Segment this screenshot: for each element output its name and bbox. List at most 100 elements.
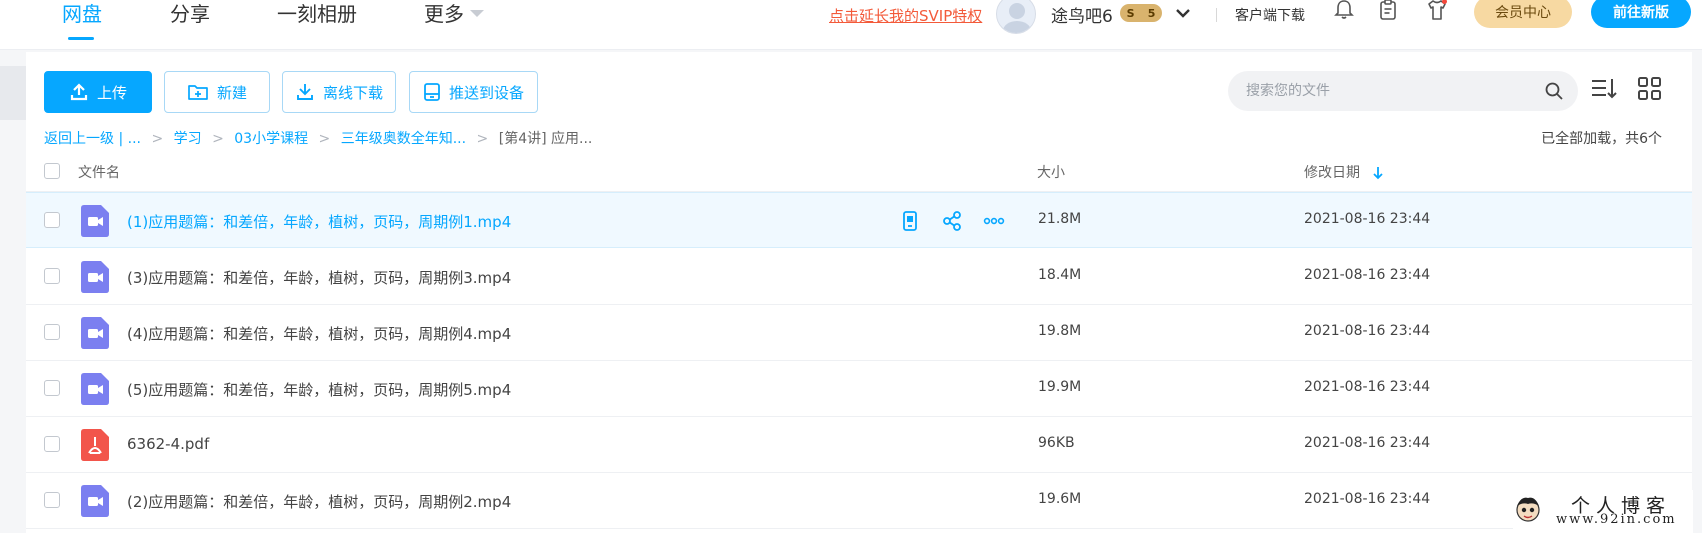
upload-button[interactable]: 上传: [44, 71, 152, 113]
new-label: 新建: [216, 83, 247, 102]
file-date: 2021-08-16 23:44: [1304, 435, 1431, 451]
push-device-button[interactable]: 推送到设备: [409, 71, 538, 113]
watermark-url: www.92in.com: [1556, 512, 1677, 527]
row-actions: [898, 209, 1006, 233]
chevron-down-icon[interactable]: [1174, 4, 1192, 22]
file-date: 2021-08-16 23:44: [1304, 211, 1431, 227]
table-row[interactable]: (3)应用题篇：和差倍，年龄，植树，页码，周期例3.mp4 18.4M 2021…: [26, 249, 1692, 305]
breadcrumb-item-study[interactable]: 学习: [174, 131, 202, 147]
file-size: 21.8M: [1038, 211, 1082, 227]
breadcrumb-ellipsis[interactable]: | ...: [118, 131, 141, 147]
user-avatar-icon: [1003, 3, 1031, 33]
row-checkbox[interactable]: [44, 268, 60, 284]
sort-icon[interactable]: [1589, 74, 1619, 104]
pdf-file-icon: [81, 429, 109, 461]
file-name[interactable]: (3)应用题篇：和差倍，年龄，植树，页码，周期例3.mp4: [127, 267, 511, 288]
table-header: 文件名 大小 修改日期: [26, 150, 1692, 192]
sidebar-edge: [0, 66, 26, 120]
file-panel: 上传 新建 离线下载 推送到设备 搜索您的文件 返回上一级 | ... > 学习…: [26, 52, 1692, 533]
video-file-icon: [81, 205, 109, 237]
file-size: 19.6M: [1038, 491, 1082, 507]
client-download-link[interactable]: 客户端下载: [1235, 5, 1305, 25]
header-divider: [1216, 8, 1217, 22]
search-input[interactable]: [1246, 71, 1536, 111]
video-file-icon: [81, 317, 109, 349]
table-row[interactable]: (5)应用题篇：和差倍，年龄，植树，页码，周期例5.mp4 19.9M 2021…: [26, 361, 1692, 417]
breadcrumb-item-grade3[interactable]: 三年级奥数全年知...: [341, 131, 466, 147]
tab-more-label: 更多: [424, 2, 464, 26]
file-size: 19.8M: [1038, 323, 1082, 339]
breadcrumb: 返回上一级 | ... > 学习 > 03小学课程 > 三年级奥数全年知... …: [44, 128, 592, 148]
file-name[interactable]: (5)应用题篇：和差倍，年龄，植树，页码，周期例5.mp4: [127, 379, 511, 400]
caret-down-icon: [470, 10, 484, 17]
file-date: 2021-08-16 23:44: [1304, 491, 1431, 507]
row-checkbox[interactable]: [44, 212, 60, 228]
col-header-date-label: 修改日期: [1304, 165, 1360, 181]
loaded-count: 已全部加载，共6个: [1541, 131, 1662, 147]
row-checkbox[interactable]: [44, 324, 60, 340]
download-icon: [297, 84, 313, 100]
breadcrumb-separator: >: [318, 131, 331, 147]
new-folder-button[interactable]: 新建: [164, 71, 270, 113]
col-header-date[interactable]: 修改日期: [1304, 162, 1384, 182]
video-file-icon: [81, 261, 109, 293]
file-date: 2021-08-16 23:44: [1304, 379, 1431, 395]
breadcrumb-back[interactable]: 返回上一级: [44, 131, 114, 147]
file-size: 19.9M: [1038, 379, 1082, 395]
search-box: [1228, 71, 1578, 111]
vip-center-button[interactable]: 会员中心: [1474, 0, 1572, 28]
video-file-icon: [81, 373, 109, 405]
bell-icon[interactable]: [1332, 0, 1356, 22]
file-size: 96KB: [1038, 435, 1075, 451]
device-icon: [424, 83, 440, 101]
col-header-name[interactable]: 文件名: [78, 162, 120, 182]
push-device-icon[interactable]: [898, 209, 922, 233]
username[interactable]: 途鸟吧6: [1051, 2, 1113, 27]
upload-label: 上传: [96, 83, 127, 102]
blog-watermark: 个人博客 www.92in.com: [1513, 490, 1693, 533]
vip-badge-level: 5: [1147, 6, 1156, 20]
table-row[interactable]: (2)应用题篇：和差倍，年龄，植树，页码，周期例2.mp4 19.6M 2021…: [26, 473, 1692, 529]
col-header-size[interactable]: 大小: [1037, 162, 1065, 182]
sort-desc-icon: [1373, 167, 1384, 180]
file-name[interactable]: 6362-4.pdf: [127, 435, 209, 453]
file-date: 2021-08-16 23:44: [1304, 267, 1431, 283]
table-row[interactable]: (1)应用题篇：和差倍，年龄，植树，页码，周期例1.mp4 21.8M 2021…: [26, 192, 1692, 248]
svip-extend-link[interactable]: 点击延长我的SVIP特权: [829, 5, 982, 26]
vip-level-badge: S 5: [1120, 4, 1162, 22]
tab-album[interactable]: 一刻相册: [277, 0, 357, 50]
row-checkbox[interactable]: [44, 492, 60, 508]
top-bar: 网盘 分享 一刻相册 更多 点击延长我的SVIP特权 途鸟吧6 S 5 客户端下…: [0, 0, 1702, 50]
offline-download-label: 离线下载: [322, 83, 383, 102]
share-icon[interactable]: [940, 209, 964, 233]
table-row[interactable]: (4)应用题篇：和差倍，年龄，植树，页码，周期例4.mp4 19.8M 2021…: [26, 305, 1692, 361]
avatar[interactable]: [996, 0, 1036, 34]
tab-netdisk[interactable]: 网盘: [62, 0, 102, 50]
shirt-icon[interactable]: [1425, 0, 1449, 22]
grid-view-icon[interactable]: [1635, 74, 1665, 104]
breadcrumb-separator: >: [476, 131, 489, 147]
video-file-icon: [81, 485, 109, 517]
breadcrumb-item-course[interactable]: 03小学课程: [234, 131, 308, 147]
tab-share[interactable]: 分享: [170, 0, 210, 50]
file-date: 2021-08-16 23:44: [1304, 323, 1431, 339]
file-name[interactable]: (1)应用题篇：和差倍，年龄，植树，页码，周期例1.mp4: [127, 211, 511, 232]
breadcrumb-current: [第4讲] 应用...: [498, 131, 593, 147]
new-version-button[interactable]: 前往新版: [1591, 0, 1691, 28]
row-checkbox[interactable]: [44, 436, 60, 452]
breadcrumb-separator: >: [151, 131, 164, 147]
upload-icon: [70, 83, 88, 101]
active-tab-indicator: [68, 37, 94, 40]
table-row[interactable]: 6362-4.pdf 96KB 2021-08-16 23:44: [26, 417, 1692, 473]
vip-badge-s: S: [1126, 6, 1135, 20]
file-name[interactable]: (4)应用题篇：和差倍，年龄，植树，页码，周期例4.mp4: [127, 323, 511, 344]
tab-more[interactable]: 更多: [424, 0, 484, 50]
select-all-checkbox[interactable]: [44, 163, 60, 179]
row-checkbox[interactable]: [44, 380, 60, 396]
file-name[interactable]: (2)应用题篇：和差倍，年龄，植树，页码，周期例2.mp4: [127, 491, 511, 512]
offline-download-button[interactable]: 离线下载: [282, 71, 396, 113]
cartoon-face-icon: [1516, 497, 1540, 522]
search-icon[interactable]: [1544, 81, 1564, 101]
more-icon[interactable]: [982, 209, 1006, 233]
clipboard-icon[interactable]: [1376, 0, 1400, 22]
